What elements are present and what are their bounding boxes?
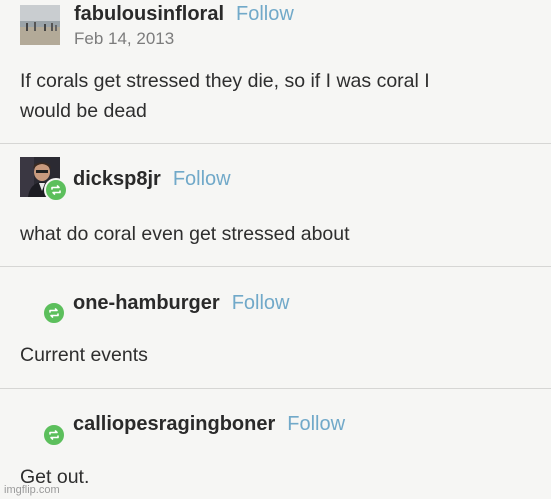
follow-button[interactable]: Follow bbox=[287, 413, 345, 436]
username[interactable]: dicksp8jr bbox=[73, 168, 161, 191]
reblog-badge bbox=[42, 423, 66, 447]
reblog-badge bbox=[42, 301, 66, 325]
follow-button[interactable]: Follow bbox=[173, 168, 231, 191]
post-header: one-hamburger Follow bbox=[73, 292, 289, 315]
post-reblog: dicksp8jr Follow what do coral even get … bbox=[0, 144, 551, 266]
post-body-line: would be dead bbox=[20, 100, 147, 122]
follow-button[interactable]: Follow bbox=[232, 292, 290, 315]
username[interactable]: fabulousinfloral bbox=[74, 3, 224, 26]
post-header: dicksp8jr Follow bbox=[73, 168, 231, 191]
watermark: imgflip.com bbox=[4, 484, 60, 496]
post-date[interactable]: Feb 14, 2013 bbox=[74, 29, 174, 49]
reblog-badge bbox=[44, 178, 68, 202]
reblog-icon bbox=[51, 185, 61, 195]
username[interactable]: one-hamburger bbox=[73, 292, 220, 315]
post-body-line: If corals get stressed they die, so if I… bbox=[20, 70, 430, 92]
post-body-line: Current events bbox=[20, 344, 148, 366]
reblog-icon bbox=[49, 308, 59, 318]
avatar[interactable] bbox=[20, 5, 60, 45]
post-reblog: calliopesragingboner Follow Get out. bbox=[0, 389, 551, 499]
post-body: If corals get stressed they die, so if I… bbox=[20, 66, 430, 126]
reblog-icon bbox=[49, 430, 59, 440]
post-body-line: what do coral even get stressed about bbox=[20, 223, 350, 245]
post-body: what do coral even get stressed about bbox=[20, 219, 350, 249]
post-reblog: one-hamburger Follow Current events bbox=[0, 267, 551, 387]
post-original: fabulousinfloral Follow Feb 14, 2013 If … bbox=[0, 0, 551, 140]
post-header: calliopesragingboner Follow bbox=[73, 413, 345, 436]
post-body: Current events bbox=[20, 340, 148, 370]
post-header: fabulousinfloral Follow bbox=[74, 3, 294, 26]
username[interactable]: calliopesragingboner bbox=[73, 413, 275, 436]
beach-photo-avatar-icon bbox=[20, 5, 60, 45]
follow-button[interactable]: Follow bbox=[236, 3, 294, 26]
